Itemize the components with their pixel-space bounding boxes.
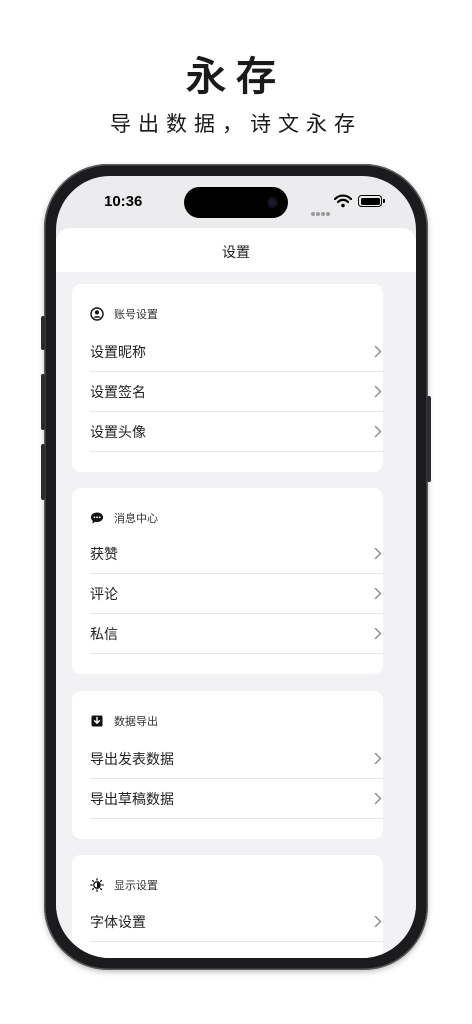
brightness-icon — [90, 878, 104, 892]
row-comments[interactable]: 评论 — [90, 574, 384, 614]
section-label: 显示设置 — [114, 879, 158, 892]
promo-title: 永存 — [186, 53, 286, 100]
section-account: 账号设置 设置昵称 设置签名 设置头像 — [72, 284, 384, 472]
row-label: 评论 — [90, 586, 118, 603]
row-label: 设置昵称 — [90, 344, 146, 361]
row-label: 导出草稿数据 — [90, 791, 174, 808]
row-font-settings[interactable]: 字体设置 — [90, 902, 384, 942]
download-icon — [91, 715, 103, 727]
status-time: 10:36 — [104, 193, 143, 210]
row-label: 字体设置 — [90, 914, 146, 931]
chevron-right-icon — [374, 792, 382, 805]
message-bubble-icon — [91, 512, 103, 524]
section-messages: 消息中心 获赞 评论 私信 — [72, 488, 384, 674]
wifi-icon — [334, 194, 352, 208]
promo-subtitle: 导出数据，诗文永存 — [110, 112, 362, 136]
row-label: 导出发表数据 — [90, 751, 174, 768]
power-button — [427, 396, 431, 482]
section-header: 账号设置 — [90, 306, 158, 322]
chevron-right-icon — [374, 915, 382, 928]
row-label: 设置头像 — [90, 424, 146, 441]
row-label: 获赞 — [90, 546, 118, 563]
section-label: 数据导出 — [114, 715, 158, 728]
section-header: 数据导出 — [90, 713, 158, 729]
section-label: 消息中心 — [114, 512, 158, 525]
chevron-right-icon — [374, 627, 382, 640]
row-export-drafts[interactable]: 导出草稿数据 — [90, 779, 384, 819]
status-bar: 10:36 — [56, 176, 416, 228]
chevron-right-icon — [374, 752, 382, 765]
section-label: 账号设置 — [114, 308, 158, 321]
chevron-right-icon — [374, 385, 382, 398]
section-header: 显示设置 — [90, 877, 158, 893]
volume-up-button — [41, 374, 45, 430]
row-export-published[interactable]: 导出发表数据 — [90, 739, 384, 779]
section-data-export: 数据导出 导出发表数据 导出草稿数据 — [72, 691, 384, 839]
battery-icon — [358, 195, 385, 207]
phone-screen: 10:36 设置 账号设置 设置昵称 设置签名 设置头像 消息中心 获赞 评论 … — [56, 176, 416, 958]
chevron-right-icon — [374, 587, 382, 600]
signal-icon — [311, 201, 331, 216]
action-button — [41, 316, 45, 350]
row-set-avatar[interactable]: 设置头像 — [90, 412, 384, 452]
section-header: 消息中心 — [90, 510, 158, 526]
chevron-right-icon — [374, 425, 382, 438]
row-private-messages[interactable]: 私信 — [90, 614, 384, 654]
row-set-nickname[interactable]: 设置昵称 — [90, 332, 384, 372]
chevron-right-icon — [374, 345, 382, 358]
row-label: 设置签名 — [90, 384, 146, 401]
front-camera — [267, 197, 278, 208]
chevron-right-icon — [374, 547, 382, 560]
nav-bar: 设置 — [56, 228, 416, 272]
row-set-signature[interactable]: 设置签名 — [90, 372, 384, 412]
row-label: 私信 — [90, 626, 118, 643]
section-display: 显示设置 字体设置 — [72, 855, 384, 958]
dynamic-island — [184, 187, 288, 218]
page-title: 设置 — [222, 245, 250, 261]
volume-down-button — [41, 444, 45, 500]
person-circle-icon — [90, 307, 104, 321]
settings-sheet: 设置 账号设置 设置昵称 设置签名 设置头像 消息中心 获赞 评论 私信 数据导… — [56, 228, 416, 958]
row-likes[interactable]: 获赞 — [90, 534, 384, 574]
